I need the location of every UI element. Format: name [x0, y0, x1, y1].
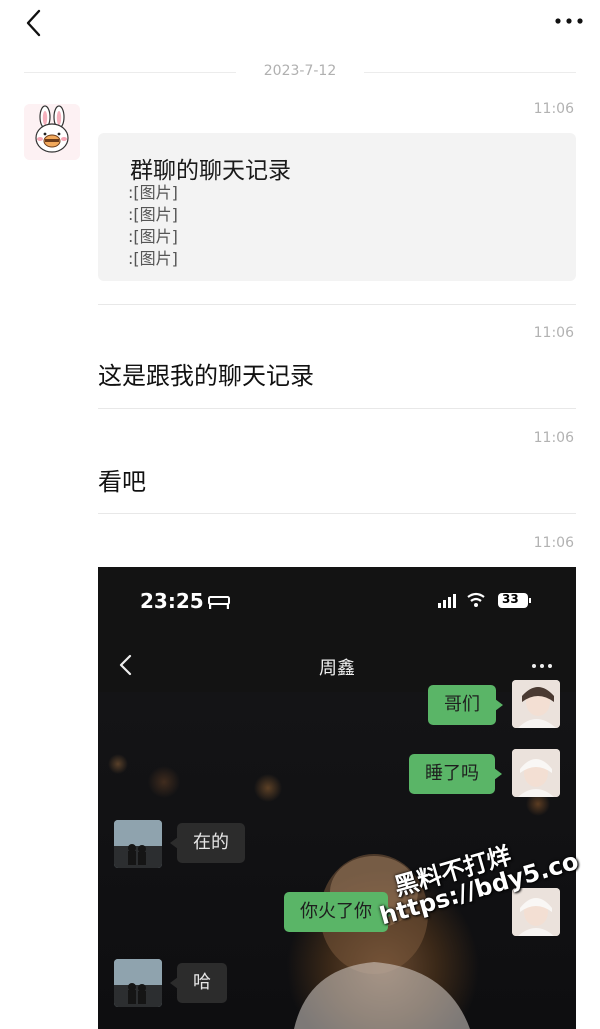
separator-line — [24, 72, 236, 73]
chat-bubble-me: 哥们 — [428, 685, 503, 725]
more-dots-icon[interactable] — [552, 12, 586, 30]
date-label: 2023-7-12 — [263, 63, 337, 79]
friend-avatar — [512, 680, 560, 728]
chat-bubble-them: 在的 — [170, 823, 245, 863]
friend-avatar — [512, 749, 560, 797]
chat-bubble-them: 哈 — [170, 963, 227, 1003]
separator-line — [364, 72, 576, 73]
chat-record-line: :[图片] — [128, 227, 178, 246]
girl-avatar-icon — [512, 680, 560, 728]
chat-bubble-me: 睡了吗 — [409, 754, 502, 794]
rabbit-avatar-icon — [24, 104, 80, 160]
message-divider — [98, 513, 576, 514]
message-time: 11:06 — [533, 325, 574, 341]
message-time: 11:06 — [533, 101, 574, 117]
message-time: 11:06 — [533, 430, 574, 446]
sender-avatar[interactable] — [24, 104, 80, 160]
screenshot-chat-title: 周鑫 — [319, 658, 355, 679]
battery-level: 33 — [502, 592, 519, 606]
screenshot-image[interactable]: 23:25 33 周鑫 哥们 睡了吗 在的 你火了你 哈 — [98, 567, 576, 1029]
couple-silhouette-icon — [114, 959, 162, 1007]
chat-record-line: :[图片] — [128, 205, 178, 224]
message-text[interactable]: 这是跟我的聊天记录 — [98, 356, 314, 391]
message-time: 11:06 — [533, 535, 574, 551]
chat-record-line: :[图片] — [128, 183, 178, 202]
girl-avatar-icon — [512, 749, 560, 797]
signal-wifi-battery-icon — [438, 592, 531, 608]
chat-record-card[interactable]: 群聊的聊天记录 :[图片] :[图片] :[图片] :[图片] — [98, 133, 576, 281]
message-divider — [98, 304, 576, 305]
message-divider — [98, 408, 576, 409]
couple-silhouette-icon — [114, 820, 162, 868]
date-separator: 2023-7-12 — [24, 60, 576, 84]
status-icons: 33 — [436, 591, 536, 611]
status-time: 23:25 — [140, 589, 204, 613]
more-dots-icon — [532, 664, 552, 668]
chat-record-title: 群聊的聊天记录 — [130, 158, 291, 184]
top-bar — [0, 0, 600, 50]
chat-record-line: :[图片] — [128, 249, 178, 268]
chevron-left-icon[interactable] — [20, 6, 50, 40]
bed-icon — [208, 596, 230, 609]
self-avatar — [114, 959, 162, 1007]
self-avatar — [114, 820, 162, 868]
message-text[interactable]: 看吧 — [98, 462, 146, 497]
